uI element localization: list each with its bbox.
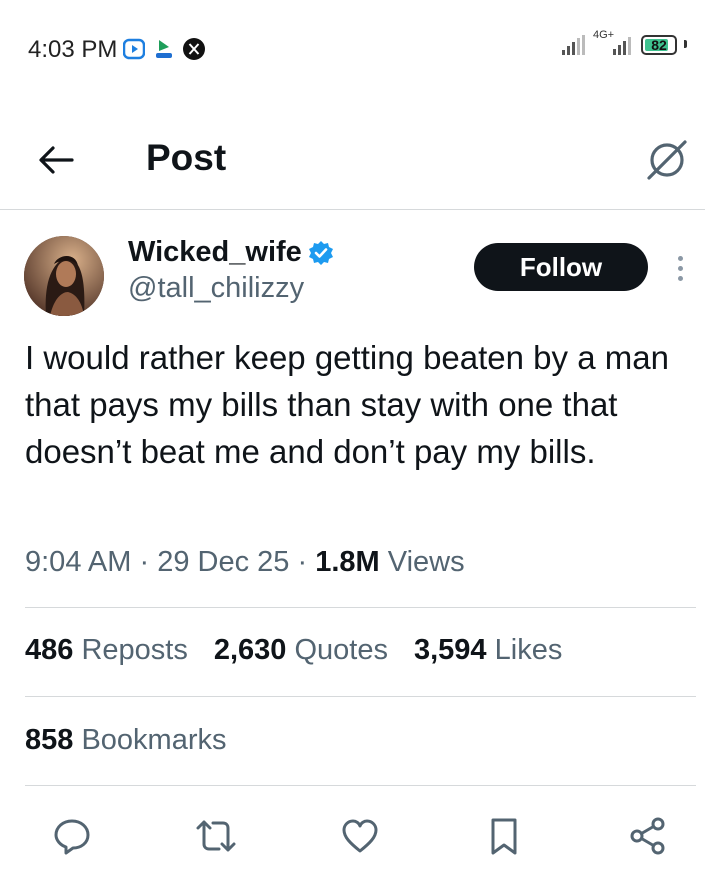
- follow-button[interactable]: Follow: [474, 243, 648, 291]
- like-button[interactable]: [338, 814, 382, 858]
- x-app-icon: [182, 37, 206, 61]
- like-icon: [342, 819, 378, 853]
- action-bar: [0, 806, 705, 866]
- post-time[interactable]: 9:04 AM: [25, 546, 131, 578]
- battery-icon: 82: [641, 35, 677, 55]
- shop-app-icon: [152, 37, 176, 61]
- bookmarks-label: Bookmarks: [81, 724, 227, 756]
- grok-icon: [647, 140, 687, 180]
- signal-icon-secondary: [613, 35, 631, 55]
- avatar[interactable]: [24, 236, 104, 316]
- bookmark-button[interactable]: [482, 814, 526, 858]
- verified-badge-icon: [308, 240, 333, 265]
- arrow-left-icon: [39, 146, 74, 174]
- share-button[interactable]: [626, 814, 670, 858]
- status-time: 4:03 PM: [28, 36, 118, 63]
- author-handle[interactable]: @tall_chilizzy: [128, 272, 304, 305]
- back-button[interactable]: [34, 138, 78, 182]
- post-text: I would rather keep getting beaten by a …: [25, 339, 669, 470]
- video-app-icon: [122, 37, 146, 61]
- views-count: 1.8M: [315, 546, 380, 578]
- views-label: Views: [387, 546, 465, 578]
- reposts-label: Reposts: [81, 634, 188, 666]
- engagement-stats: 486 Reposts 2,630 Quotes 3,594 Likes: [25, 634, 562, 667]
- reply-icon: [54, 819, 90, 855]
- battery-level: 82: [651, 37, 667, 53]
- more-dots-icon: [677, 255, 683, 261]
- post-meta: 9:04 AM · 29 Dec 25 · 1.8M Views: [25, 546, 465, 579]
- meta-separator: ·: [297, 546, 308, 578]
- quotes-stat[interactable]: 2,630 Quotes: [214, 634, 388, 667]
- reposts-stat[interactable]: 486 Reposts: [25, 634, 188, 667]
- display-name[interactable]: Wicked_wife: [128, 236, 302, 269]
- network-type-label: 4G+: [593, 29, 615, 41]
- system-indicators: 4G+ 82: [562, 29, 687, 55]
- repost-icon: [196, 820, 236, 852]
- likes-count: 3,594: [413, 634, 487, 666]
- likes-stat[interactable]: 3,594 Likes: [414, 634, 562, 667]
- divider: [25, 607, 696, 608]
- share-icon: [630, 817, 665, 855]
- grok-button[interactable]: [643, 136, 691, 184]
- bookmarks-count: 858: [25, 724, 74, 756]
- quotes-count: 2,630: [213, 634, 287, 666]
- network-signal: 4G+: [591, 29, 635, 55]
- divider: [25, 785, 696, 786]
- divider: [25, 696, 696, 697]
- meta-separator: ·: [139, 546, 150, 578]
- more-options-button[interactable]: [668, 250, 692, 286]
- notification-icons: [122, 37, 206, 61]
- signal-icon: [562, 35, 585, 55]
- repost-button[interactable]: [194, 814, 238, 858]
- reply-button[interactable]: [50, 814, 94, 858]
- status-bar: 4:03 PM 4G+ 82: [0, 0, 705, 100]
- bookmark-icon: [491, 818, 517, 855]
- reposts-count: 486: [25, 634, 74, 666]
- quotes-label: Quotes: [294, 634, 388, 666]
- author-name-row[interactable]: Wicked_wife: [128, 236, 334, 269]
- page-title: Post: [146, 137, 227, 178]
- likes-label: Likes: [494, 634, 563, 666]
- post-date[interactable]: 29 Dec 25: [157, 546, 289, 578]
- bookmarks-stat[interactable]: 858 Bookmarks: [25, 724, 227, 757]
- top-app-bar: Post: [0, 110, 705, 210]
